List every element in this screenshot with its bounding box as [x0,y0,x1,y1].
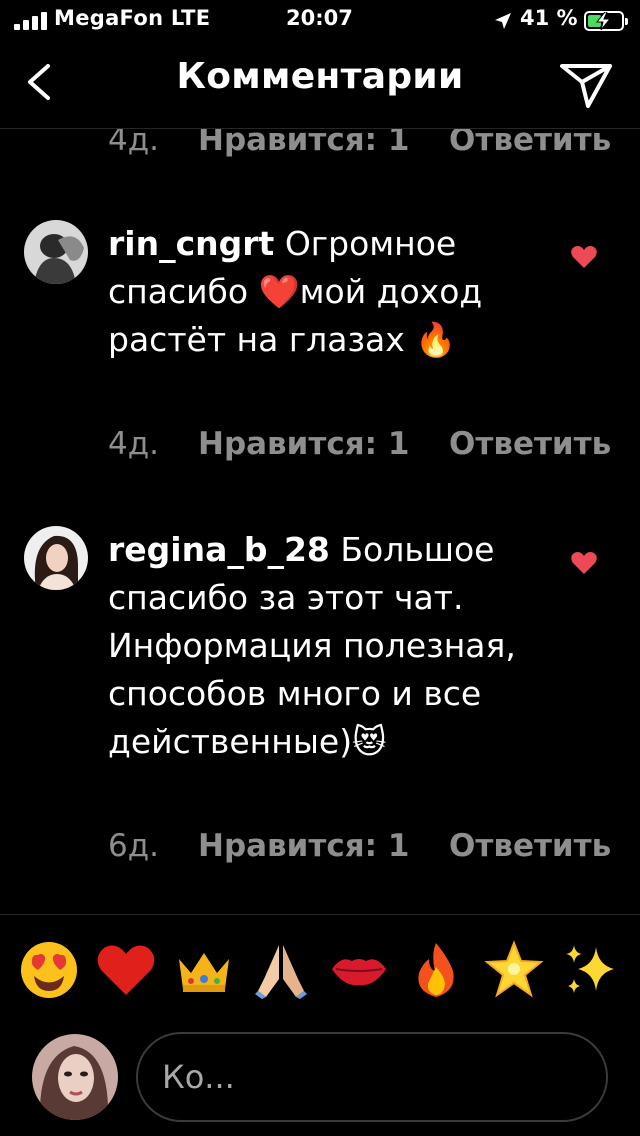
status-bar: MegaFon LTE 20:07 41 % [0,0,640,40]
comment-text: regina_b_28 Большое спасибо за этот чат.… [108,526,548,766]
comment-username[interactable]: rin_cngrt [108,224,274,263]
glowing-star-emoji-icon[interactable] [483,939,545,1001]
comment-time: 4д. [108,129,160,158]
avatar[interactable] [24,526,88,590]
comment-reply-button[interactable]: Ответить [449,828,611,864]
heart-icon[interactable] [571,245,597,269]
header-divider [0,128,640,129]
heart-eyes-emoji-icon[interactable] [18,939,80,1001]
page-title: Комментарии [176,56,464,97]
charging-bolt-icon [595,12,612,30]
comment-time: 4д. [108,426,160,462]
carrier-name: MegaFon LTE [54,6,211,30]
current-user-avatar [32,1034,118,1120]
comment-likes-button[interactable]: Нравится: 1 [198,828,409,864]
heart-icon[interactable] [571,551,597,575]
comment-reply-button[interactable]: Ответить [449,129,611,158]
folded-hands-emoji-icon[interactable] [250,939,312,1001]
paper-plane-icon[interactable] [558,58,614,110]
signal-strength-icon [14,12,48,30]
comment-meta-row: 4д. Нравится: 1 Ответить [108,426,611,462]
fire-emoji-icon[interactable] [405,939,467,1001]
avatar[interactable] [24,220,88,284]
battery-icon [584,11,628,31]
status-time: 20:07 [286,6,353,30]
location-arrow-icon [495,13,511,29]
quick-emoji-bar [18,930,622,1010]
comment-likes-button[interactable]: Нравится: 1 [198,129,409,158]
comment-username[interactable]: regina_b_28 [108,530,330,569]
comment-likes-button[interactable]: Нравится: 1 [198,426,409,462]
comments-list[interactable]: 4д. Нравится: 1 Ответить rin_cngrt Огром… [0,129,640,914]
sparkles-emoji-icon[interactable] [560,939,622,1001]
comment-meta-row: 6д. Нравится: 1 Ответить [108,828,611,864]
crown-emoji-icon[interactable] [173,939,235,1001]
comment-input[interactable] [136,1032,608,1122]
emoji-bar-divider [0,914,640,915]
kiss-mark-emoji-icon[interactable] [328,939,390,1001]
comment-text: rin_cngrt Огромное спасибо ❤️мой доход р… [108,220,548,364]
battery-percent: 41 % [520,6,578,30]
header-bar: Комментарии [0,40,640,128]
comment-reply-button[interactable]: Ответить [449,426,611,462]
red-heart-emoji-icon[interactable] [95,939,157,1001]
comment-meta-row: 4д. Нравится: 1 Ответить [108,129,611,158]
comment-time: 6д. [108,828,160,864]
